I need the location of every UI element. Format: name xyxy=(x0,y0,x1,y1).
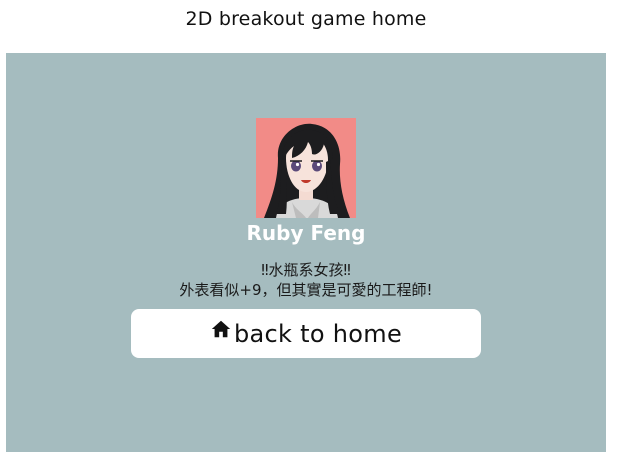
profile-panel: Ruby Feng ‼水瓶系女孩‼ 外表看似+9，但其實是可愛的工程師! bac… xyxy=(6,53,606,452)
avatar xyxy=(256,118,356,218)
profile-bio-line-1: ‼水瓶系女孩‼ xyxy=(261,261,351,279)
home-icon xyxy=(210,318,232,340)
profile-bio-line-2: 外表看似+9，但其實是可愛的工程師! xyxy=(179,281,433,299)
back-to-home-label: back to home xyxy=(233,319,403,348)
avatar-illustration xyxy=(256,118,356,218)
page-title: 2D breakout game home xyxy=(185,8,427,30)
back-to-home-button[interactable]: back to home xyxy=(131,309,481,358)
profile-name: Ruby Feng xyxy=(246,221,366,245)
